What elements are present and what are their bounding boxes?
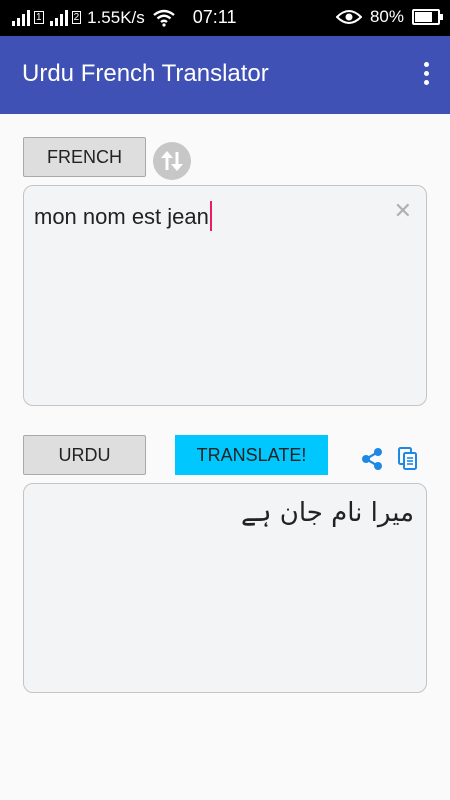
more-vert-icon[interactable] <box>424 62 430 85</box>
sim-icon-2: 2 <box>71 11 82 24</box>
app-title: Urdu French Translator <box>22 60 269 87</box>
translate-button[interactable]: TRANSLATE! <box>175 435 328 475</box>
signal-icon-2 <box>49 9 68 26</box>
target-text-output[interactable]: میرا نام جان ہے <box>23 483 427 693</box>
sim-icon: 1 <box>34 11 44 24</box>
battery-icon <box>412 9 443 25</box>
swap-vert-icon[interactable] <box>153 142 191 180</box>
network-speed: 1.55K/s <box>87 7 145 27</box>
battery-percent: 80% <box>369 7 404 26</box>
signal-icon <box>12 9 30 26</box>
status-bar: 1 2 1.55K/s 07:11 80% <box>0 0 450 36</box>
source-text-input[interactable]: mon nom est jean ✕ <box>23 185 427 406</box>
text-caret <box>209 201 212 231</box>
wifi-icon <box>153 9 175 27</box>
copy-icon[interactable] <box>398 447 418 476</box>
close-icon[interactable]: ✕ <box>394 198 412 224</box>
translated-text: میرا نام جان ہے <box>241 498 414 528</box>
clock: 07:11 <box>192 7 237 27</box>
app-bar: Urdu French Translator <box>0 36 450 114</box>
source-text: mon nom est jean <box>34 203 209 229</box>
share-icon[interactable] <box>361 447 383 476</box>
source-language-button[interactable]: FRENCH <box>23 137 146 177</box>
target-language-button[interactable]: URDU <box>23 435 146 475</box>
eye-icon <box>335 10 362 24</box>
